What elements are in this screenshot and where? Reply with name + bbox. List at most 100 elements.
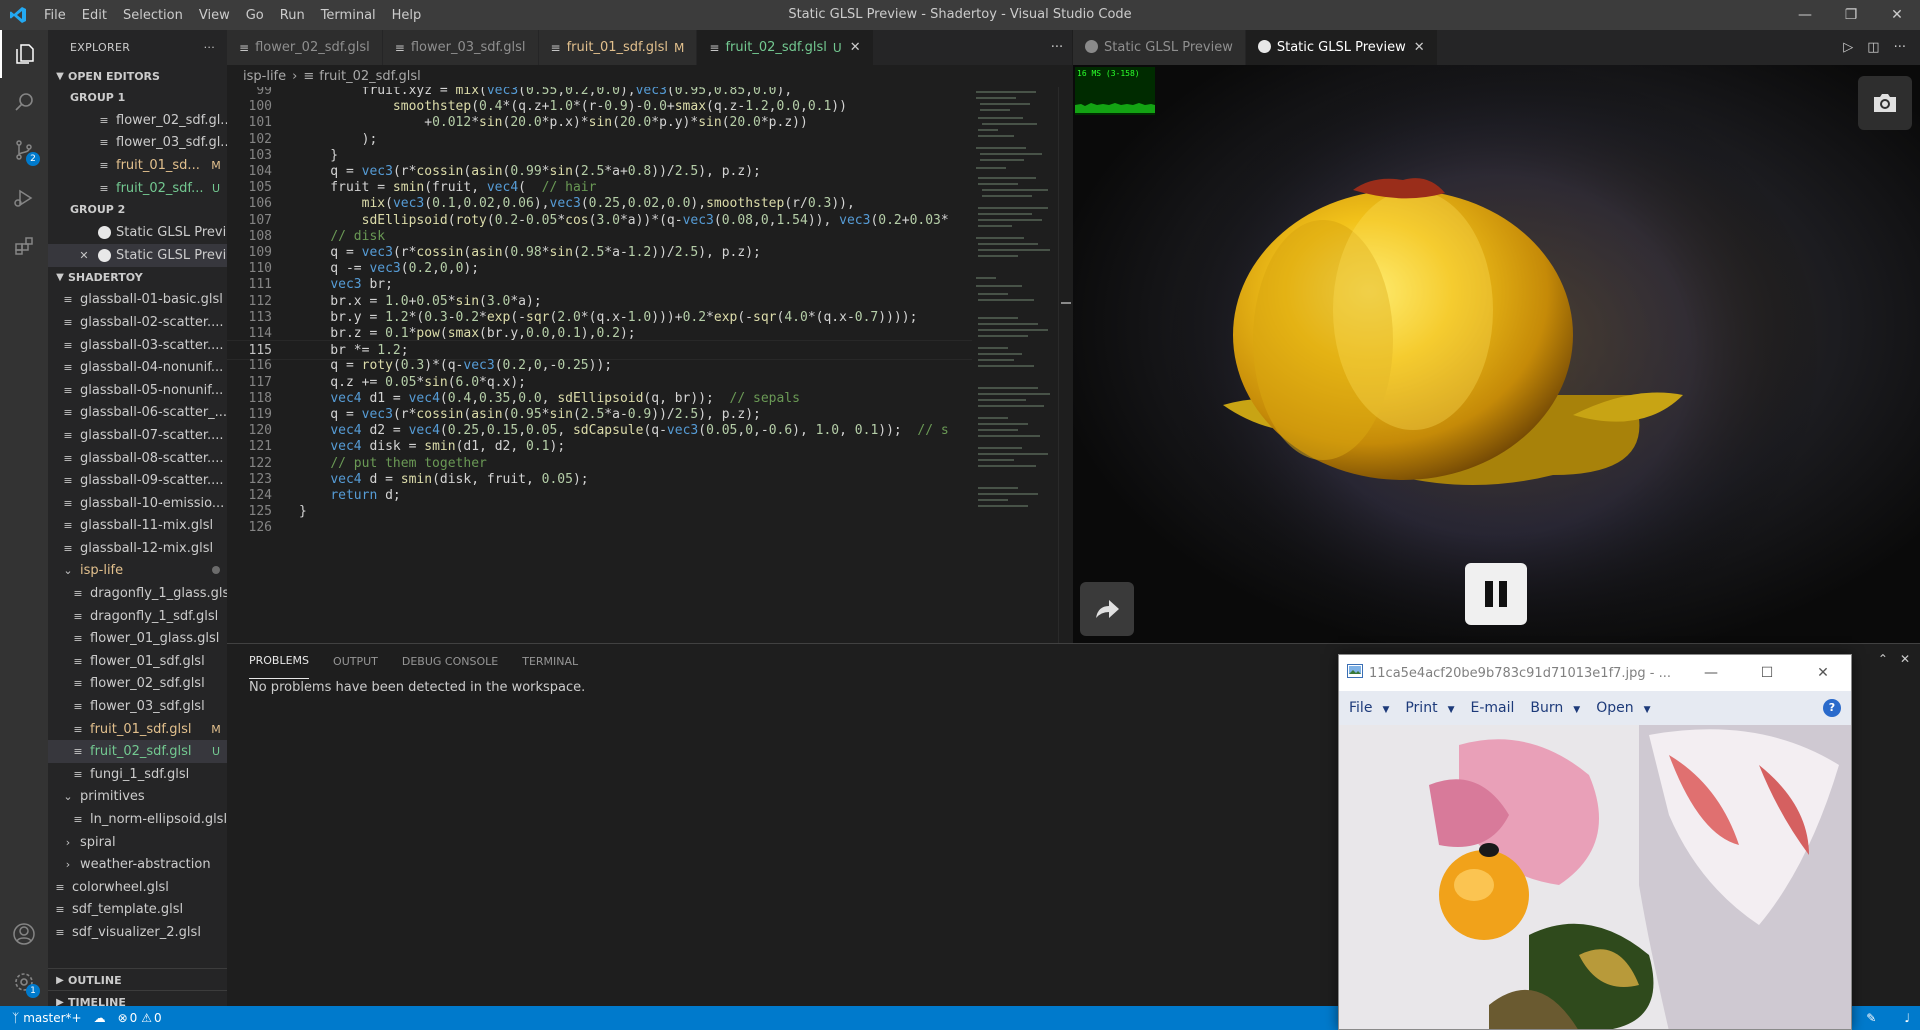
menu-view[interactable]: View	[191, 8, 238, 23]
tab-flower-03[interactable]: ≡ flower_03_sdf.glsl	[382, 30, 539, 65]
viewer-menu-burn[interactable]: Burn ▼	[1530, 700, 1580, 716]
tab-fruit-01[interactable]: ≡ fruit_01_sdf.glsl M	[538, 30, 698, 65]
close-tab-icon[interactable]: ✕	[850, 40, 861, 55]
tab-problems[interactable]: PROBLEMS	[249, 644, 310, 679]
split-editor-icon[interactable]: ◫	[1867, 40, 1879, 55]
error-count[interactable]: 0	[130, 1011, 138, 1025]
file-item[interactable]: ≡ flower_01_glass.glsl	[48, 627, 227, 650]
share-icon[interactable]	[1080, 582, 1134, 636]
maximize-panel-icon[interactable]: ⌃	[1878, 652, 1888, 666]
viewer-menu-open[interactable]: Open ▼	[1596, 700, 1650, 716]
minimize-icon[interactable]: —	[1782, 0, 1828, 30]
restore-icon[interactable]: ❐	[1828, 0, 1874, 30]
menu-selection[interactable]: Selection	[115, 8, 191, 23]
maximize-icon[interactable]: ☐	[1739, 665, 1795, 681]
file-item[interactable]: ≡ glassball-10-emissio...	[48, 492, 227, 515]
open-editor-item[interactable]: ≡ fruit_02_sdf... U	[48, 177, 227, 200]
warning-count[interactable]: 0	[154, 1011, 162, 1025]
open-editor-item[interactable]: ≡ flower_03_sdf.gl...	[48, 132, 227, 155]
code-line[interactable]: 126	[227, 518, 1072, 538]
breadcrumb-file[interactable]: fruit_02_sdf.glsl	[319, 69, 420, 84]
close-icon[interactable]: ✕	[76, 249, 92, 262]
close-tab-icon[interactable]: ✕	[1414, 40, 1425, 55]
explorer-icon[interactable]	[0, 30, 48, 78]
tab-debug-console[interactable]: DEBUG CONSOLE	[402, 644, 498, 679]
menu-go[interactable]: Go	[238, 8, 272, 23]
menu-edit[interactable]: Edit	[74, 8, 115, 23]
file-item[interactable]: ≡ glassball-05-nonunif...	[48, 379, 227, 402]
close-icon[interactable]: ✕	[1874, 0, 1920, 30]
tab-output[interactable]: OUTPUT	[333, 644, 378, 679]
open-editors-section[interactable]: ▼ OPEN EDITORS	[48, 65, 227, 87]
menu-help[interactable]: Help	[384, 8, 430, 23]
open-editor-item[interactable]: Static GLSL Previ...	[48, 221, 227, 244]
folder-item[interactable]: › spiral	[48, 831, 227, 854]
open-editor-item[interactable]: ≡ fruit_01_sd... M	[48, 154, 227, 177]
source-control-icon[interactable]: 2	[0, 126, 48, 174]
file-item[interactable]: ≡ sdf_template.glsl	[48, 899, 227, 922]
shader-preview-canvas[interactable]	[1073, 65, 1920, 643]
code-editor[interactable]: 99 fruit.xyz = mix(vec3(0.55,0.2,0.0),ve…	[227, 87, 1072, 643]
minimize-icon[interactable]: —	[1683, 665, 1739, 681]
pause-button[interactable]	[1465, 563, 1527, 625]
accounts-icon[interactable]	[0, 910, 48, 958]
menu-file[interactable]: File	[36, 8, 74, 23]
file-item[interactable]: ≡ colorwheel.glsl	[48, 876, 227, 899]
menu-terminal[interactable]: Terminal	[313, 8, 384, 23]
manage-gear-icon[interactable]: 1	[0, 958, 48, 1006]
open-editor-item-active[interactable]: ✕ Static GLSL Previ...	[48, 243, 227, 267]
outline-section[interactable]: ▶ OUTLINE	[48, 968, 227, 991]
more-actions-icon[interactable]: ···	[1042, 30, 1072, 65]
file-item[interactable]: ≡ glassball-09-scatter....	[48, 469, 227, 492]
timeline-section[interactable]: ▶ TIMELINE	[48, 990, 227, 1006]
close-icon[interactable]: ✕	[1795, 665, 1851, 681]
viewer-menu-email[interactable]: E-mail	[1471, 700, 1515, 716]
file-item[interactable]: ≡ sdf_visualizer_2.glsl	[48, 921, 227, 944]
breadcrumb-folder[interactable]: isp-life	[243, 69, 286, 84]
tab-preview-1[interactable]: Static GLSL Preview	[1073, 30, 1246, 65]
viewer-menu-print[interactable]: Print ▼	[1405, 700, 1454, 716]
folder-item[interactable]: ⌄ primitives	[48, 786, 227, 809]
file-item[interactable]: ≡ flower_01_sdf.glsl	[48, 650, 227, 673]
open-editor-item[interactable]: ≡ flower_02_sdf.gl...	[48, 109, 227, 132]
file-item[interactable]: ≡ dragonfly_1_sdf.glsl	[48, 605, 227, 628]
menu-run[interactable]: Run	[272, 8, 313, 23]
tab-terminal[interactable]: TERMINAL	[522, 644, 578, 679]
search-icon[interactable]	[0, 78, 48, 126]
file-item[interactable]: ≡ glassball-06-scatter_...	[48, 402, 227, 425]
file-item[interactable]: ≡ glassball-11-mix.glsl	[48, 515, 227, 538]
sync-icon[interactable]: ☁	[94, 1011, 106, 1025]
feedback-icon[interactable]: ✎	[1866, 1011, 1876, 1025]
file-item[interactable]: ≡ dragonfly_1_glass.glsl	[48, 582, 227, 605]
file-item[interactable]: ≡ glassball-12-mix.glsl	[48, 537, 227, 560]
file-item[interactable]: ≡ glassball-08-scatter....	[48, 447, 227, 470]
folder-item[interactable]: › weather-abstraction	[48, 853, 227, 876]
file-item[interactable]: ≡ glassball-02-scatter....	[48, 311, 227, 334]
more-actions-icon[interactable]: ···	[1894, 40, 1906, 55]
file-item[interactable]: ≡ fruit_02_sdf.glsl U	[48, 740, 227, 764]
file-item[interactable]: ≡ flower_02_sdf.glsl	[48, 673, 227, 696]
tab-fruit-02[interactable]: ≡ fruit_02_sdf.glsl U ✕	[697, 30, 874, 65]
camera-screenshot-icon[interactable]	[1858, 76, 1912, 130]
tab-preview-2[interactable]: Static GLSL Preview ✕	[1245, 30, 1438, 65]
folder-isp-life[interactable]: ⌄ isp-life	[48, 560, 227, 583]
run-debug-icon[interactable]	[0, 174, 48, 222]
branch-label[interactable]: master*+	[23, 1011, 81, 1025]
run-icon[interactable]: ▷	[1843, 40, 1853, 55]
notifications-bell-icon[interactable]: ♩	[1904, 1011, 1910, 1025]
file-item[interactable]: ≡ ln_norm-ellipsoid.glsl	[48, 808, 227, 831]
file-item[interactable]: ≡ fruit_01_sdf.glsl M	[48, 718, 227, 741]
file-item[interactable]: ≡ glassball-07-scatter....	[48, 424, 227, 447]
minimap[interactable]	[972, 87, 1058, 643]
close-panel-icon[interactable]: ✕	[1900, 652, 1910, 666]
shadertoy-folder-section[interactable]: ▼ SHADERTOY	[48, 267, 227, 289]
file-item[interactable]: ≡ glassball-03-scatter....	[48, 334, 227, 357]
more-actions-icon[interactable]: ···	[204, 41, 215, 54]
file-item[interactable]: ≡ fungi_1_sdf.glsl	[48, 763, 227, 786]
editor-scrollbar[interactable]	[1058, 87, 1072, 643]
file-item[interactable]: ≡ glassball-04-nonunif...	[48, 356, 227, 379]
extensions-icon[interactable]	[0, 222, 48, 270]
tab-flower-02[interactable]: ≡ flower_02_sdf.glsl	[227, 30, 383, 65]
file-item[interactable]: ≡ flower_03_sdf.glsl	[48, 695, 227, 718]
file-item[interactable]: ≡ glassball-01-basic.glsl	[48, 289, 227, 312]
